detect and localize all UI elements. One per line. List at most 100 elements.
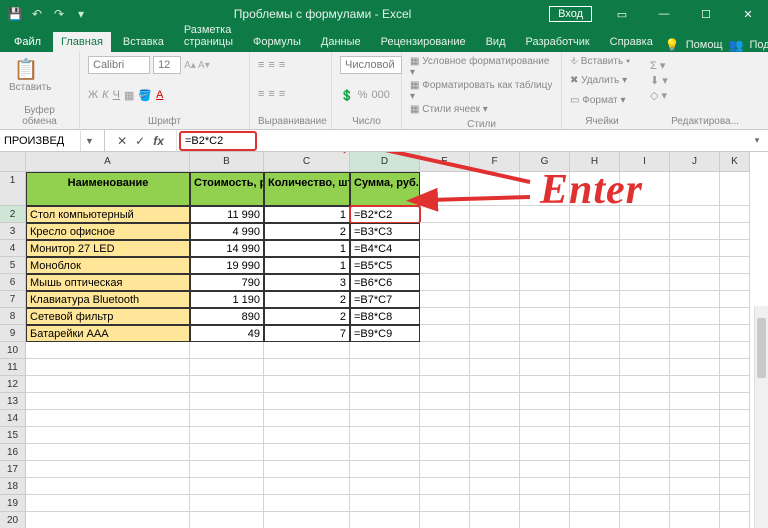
col-header-K[interactable]: K: [720, 152, 750, 172]
col-header-H[interactable]: H: [570, 152, 620, 172]
cell-I[interactable]: [620, 410, 670, 427]
cell-A[interactable]: Батарейки AAA: [26, 325, 190, 342]
cell-H[interactable]: [570, 478, 620, 495]
underline-icon[interactable]: Ч: [113, 89, 120, 102]
cell-A[interactable]: Наименование: [26, 172, 190, 206]
cell-B[interactable]: Стоимость, руб.: [190, 172, 264, 206]
cell-K[interactable]: [720, 410, 750, 427]
row-header-6[interactable]: 6: [0, 274, 26, 291]
cell-I[interactable]: [620, 206, 670, 223]
cell-H[interactable]: [570, 410, 620, 427]
tab-Рецензирование[interactable]: Рецензирование: [373, 32, 474, 52]
cell-E[interactable]: [420, 223, 470, 240]
cell-H[interactable]: [570, 206, 620, 223]
cell-E[interactable]: [420, 342, 470, 359]
cell-E[interactable]: [420, 172, 470, 206]
col-header-J[interactable]: J: [670, 152, 720, 172]
share-icon[interactable]: 👥: [729, 38, 744, 52]
col-header-A[interactable]: A: [26, 152, 190, 172]
tab-Разметка страницы[interactable]: Разметка страницы: [176, 20, 241, 52]
paste-button[interactable]: 📋 Вставить: [8, 56, 44, 100]
bold-icon[interactable]: Ж: [88, 89, 98, 102]
cell-C[interactable]: 3: [264, 274, 350, 291]
cell-A[interactable]: [26, 342, 190, 359]
cell-E[interactable]: [420, 291, 470, 308]
cell-K[interactable]: [720, 223, 750, 240]
cell-H[interactable]: [570, 240, 620, 257]
cell-F[interactable]: [470, 478, 520, 495]
cell-E[interactable]: [420, 274, 470, 291]
tab-Разработчик[interactable]: Разработчик: [518, 32, 598, 52]
cell-D[interactable]: =B9*C9: [350, 325, 420, 342]
cell-E[interactable]: [420, 257, 470, 274]
qat-dropdown-icon[interactable]: ▾: [74, 7, 88, 21]
tab-file[interactable]: Файл: [6, 32, 49, 52]
cell-J[interactable]: [670, 461, 720, 478]
cell-J[interactable]: [670, 359, 720, 376]
cell-H[interactable]: [570, 444, 620, 461]
align-left-icon[interactable]: ≡: [258, 88, 264, 100]
cell-I[interactable]: [620, 444, 670, 461]
cell-A[interactable]: Сетевой фильтр: [26, 308, 190, 325]
cell-G[interactable]: [520, 393, 570, 410]
cell-E[interactable]: [420, 240, 470, 257]
cell-B[interactable]: 4 990: [190, 223, 264, 240]
cell-B[interactable]: 890: [190, 308, 264, 325]
cell-A[interactable]: Моноблок: [26, 257, 190, 274]
border-icon[interactable]: ▦: [124, 89, 134, 102]
tab-Справка[interactable]: Справка: [602, 32, 661, 52]
cell-G[interactable]: [520, 206, 570, 223]
row-header-13[interactable]: 13: [0, 393, 26, 410]
cell-H[interactable]: [570, 461, 620, 478]
cell-I[interactable]: [620, 393, 670, 410]
cell-C[interactable]: [264, 393, 350, 410]
cell-E[interactable]: [420, 512, 470, 528]
cell-C[interactable]: [264, 512, 350, 528]
minimize-icon[interactable]: —: [644, 0, 684, 28]
cell-G[interactable]: [520, 478, 570, 495]
cell-F[interactable]: [470, 427, 520, 444]
cell-B[interactable]: [190, 444, 264, 461]
cell-J[interactable]: [670, 410, 720, 427]
cell-I[interactable]: [620, 325, 670, 342]
cell-H[interactable]: [570, 325, 620, 342]
cell-J[interactable]: [670, 342, 720, 359]
cell-H[interactable]: [570, 359, 620, 376]
row-header-10[interactable]: 10: [0, 342, 26, 359]
cell-E[interactable]: [420, 461, 470, 478]
cell-C[interactable]: 1: [264, 257, 350, 274]
cell-F[interactable]: [470, 512, 520, 528]
cell-C[interactable]: [264, 376, 350, 393]
cell-I[interactable]: [620, 274, 670, 291]
col-header-F[interactable]: F: [470, 152, 520, 172]
cell-J[interactable]: [670, 325, 720, 342]
row-header-7[interactable]: 7: [0, 291, 26, 308]
cell-B[interactable]: [190, 461, 264, 478]
row-header-16[interactable]: 16: [0, 444, 26, 461]
cell-D[interactable]: =B3*C3: [350, 223, 420, 240]
cell-H[interactable]: [570, 223, 620, 240]
cell-I[interactable]: [620, 172, 670, 206]
cell-D[interactable]: [350, 342, 420, 359]
cell-D[interactable]: [350, 495, 420, 512]
row-header-12[interactable]: 12: [0, 376, 26, 393]
cell-G[interactable]: [520, 342, 570, 359]
cell-H[interactable]: [570, 427, 620, 444]
cell-G[interactable]: [520, 325, 570, 342]
cell-A[interactable]: Монитор 27 LED: [26, 240, 190, 257]
cell-C[interactable]: [264, 359, 350, 376]
cell-D[interactable]: [350, 359, 420, 376]
cell-I[interactable]: [620, 240, 670, 257]
login-button[interactable]: Вход: [549, 6, 592, 22]
cell-G[interactable]: [520, 410, 570, 427]
cell-A[interactable]: [26, 427, 190, 444]
cell-K[interactable]: [720, 478, 750, 495]
cell-B[interactable]: 14 990: [190, 240, 264, 257]
vertical-scrollbar[interactable]: [754, 306, 768, 528]
col-header-E[interactable]: E: [420, 152, 470, 172]
cell-F[interactable]: [470, 325, 520, 342]
align-top-icon[interactable]: ≡: [258, 59, 264, 71]
cell-C[interactable]: [264, 342, 350, 359]
fill-icon[interactable]: ⬇ ▾: [650, 74, 668, 87]
cell-H[interactable]: [570, 274, 620, 291]
